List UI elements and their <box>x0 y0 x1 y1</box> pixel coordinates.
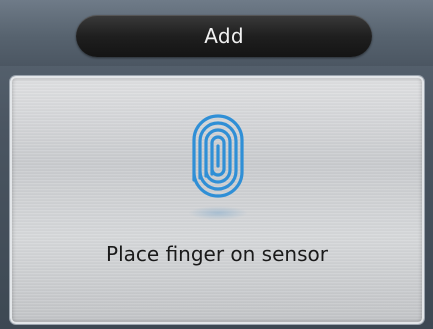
instruction-text: Place finger on sensor <box>106 242 328 266</box>
title-pill: Add <box>76 15 372 57</box>
content-panel: Place finger on sensor <box>10 76 424 324</box>
fingerprint-reflection <box>188 206 248 220</box>
header-bar: Add <box>0 0 433 66</box>
fingerprint-icon <box>192 114 244 198</box>
page-title: Add <box>204 24 244 48</box>
device-screen: Add Place finger on sensor <box>0 0 433 329</box>
